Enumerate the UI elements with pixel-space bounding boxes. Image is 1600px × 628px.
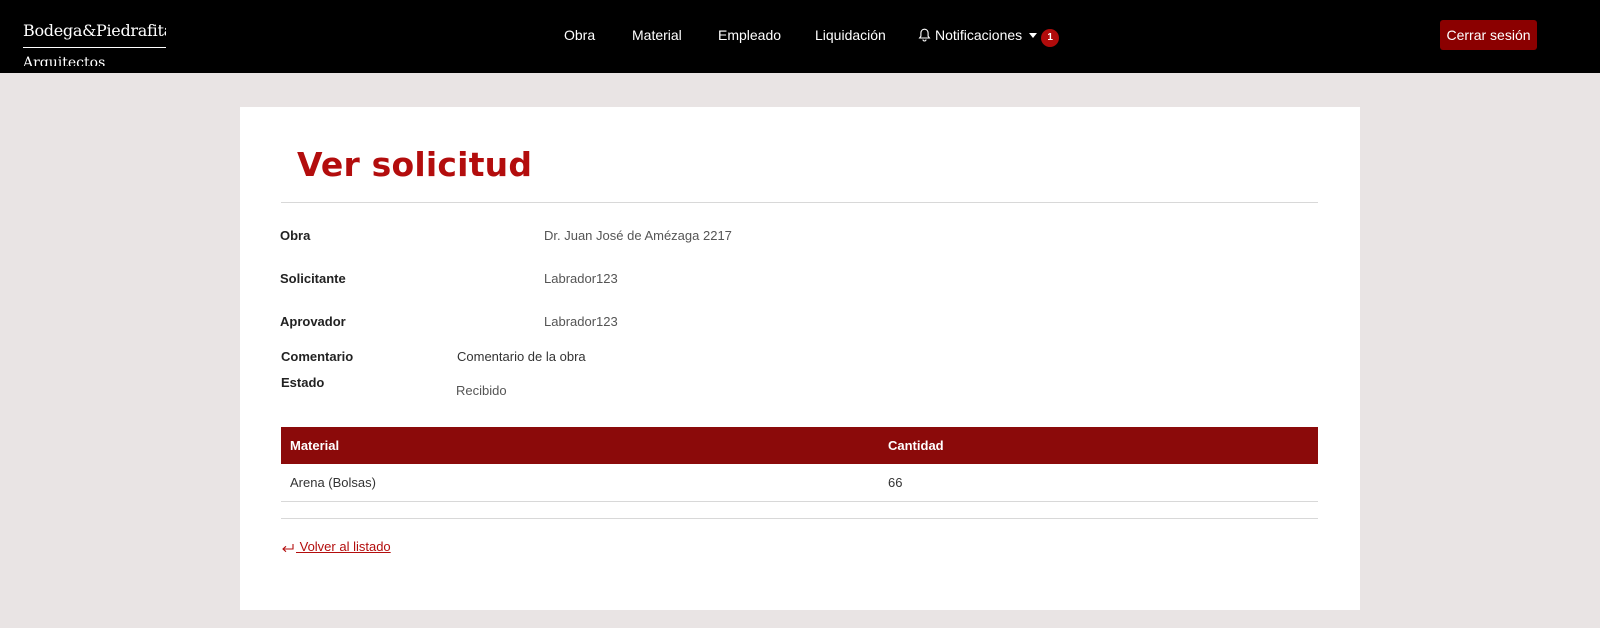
brand-logo[interactable]: Bodega&Piedrafita Arquitectos [23, 20, 166, 66]
estado-label: Estado [281, 375, 325, 390]
table-row: Arena (Bolsas) 66 [281, 464, 1318, 502]
page-title: Ver solicitud [297, 145, 533, 184]
nav-item-obra[interactable]: Obra [564, 27, 595, 43]
materials-table-container: Material Cantidad Arena (Bolsas) 66 [281, 427, 1318, 502]
solicitante-value: Labrador123 [544, 271, 618, 286]
column-header-material: Material [290, 438, 340, 453]
notifications-dropdown[interactable]: Notificaciones 1 [918, 27, 1060, 47]
brand-subtitle: Arquitectos [23, 55, 106, 66]
comentario-value: Comentario de la obra [457, 349, 586, 364]
brand-divider [23, 47, 166, 48]
solicitante-label: Solicitante [280, 271, 346, 286]
top-navbar: Bodega&Piedrafita Arquitectos Obra Mater… [0, 0, 1600, 73]
back-link-label: Volver al listado [296, 539, 391, 554]
aprovador-label: Aprovador [280, 314, 346, 329]
caret-down-icon [1029, 33, 1038, 38]
materials-table: Material Cantidad Arena (Bolsas) 66 [281, 427, 1318, 502]
comentario-label: Comentario [281, 349, 354, 364]
back-to-list-link[interactable]: Volver al listado [281, 539, 391, 556]
material-cell: Arena (Bolsas) [281, 464, 879, 502]
obra-label: Obra [280, 228, 311, 243]
estado-value: Recibido [456, 383, 507, 398]
cantidad-cell: 66 [879, 464, 1318, 502]
brand-name: Bodega&Piedrafita [23, 21, 166, 40]
table-header-row: Material Cantidad [281, 427, 1318, 464]
footer-divider [281, 518, 1318, 519]
return-arrow-icon [281, 541, 294, 556]
nav-item-empleado[interactable]: Empleado [718, 27, 781, 43]
nav-item-liquidacion[interactable]: Liquidación [815, 27, 886, 43]
request-detail-card: Ver solicitud Obra Dr. Juan José de Améz… [240, 107, 1360, 610]
aprovador-value: Labrador123 [544, 314, 618, 329]
obra-value: Dr. Juan José de Amézaga 2217 [544, 228, 732, 243]
nav-item-material[interactable]: Material [632, 27, 682, 43]
notifications-label: Notificaciones [935, 27, 1023, 43]
column-header-cantidad: Cantidad [888, 438, 944, 453]
logout-button[interactable]: Cerrar sesión [1440, 20, 1537, 50]
title-divider [281, 202, 1318, 203]
bell-icon [918, 28, 931, 45]
notification-count-badge: 1 [1041, 29, 1060, 47]
